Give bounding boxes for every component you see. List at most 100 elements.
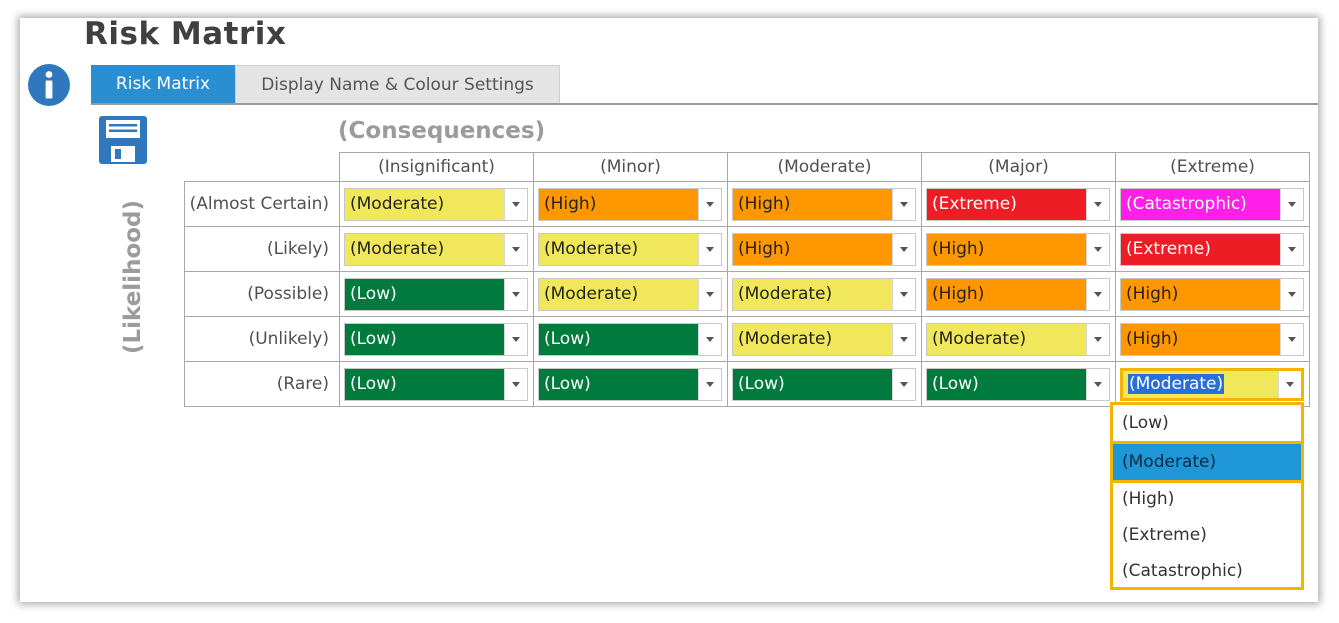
risk-level-select[interactable]: (Low) — [732, 368, 916, 401]
chevron-down-icon[interactable] — [698, 279, 721, 310]
matrix-cell: (Extreme) — [1115, 226, 1310, 272]
matrix-cell: (Catastrophic) — [1115, 181, 1310, 227]
chevron-down-icon[interactable] — [1086, 324, 1109, 355]
matrix-cell: (Low) — [339, 316, 534, 362]
chevron-down-icon[interactable] — [1280, 189, 1303, 220]
risk-level-select[interactable]: (High) — [926, 278, 1110, 311]
consequences-axis-label: (Consequences) — [338, 118, 546, 144]
chevron-down-icon[interactable] — [504, 324, 527, 355]
risk-level-value: (High) — [927, 279, 1088, 310]
row-header-possible: (Possible) — [184, 271, 340, 317]
chevron-down-icon[interactable] — [1280, 234, 1303, 265]
matrix-row-likely: (Likely) (Moderate) (Moderate) (High) (H… — [184, 226, 1310, 272]
chevron-down-icon[interactable] — [698, 189, 721, 220]
matrix-cell: (High) — [727, 181, 922, 227]
matrix-cell: (High) — [921, 226, 1116, 272]
risk-level-select[interactable]: (Low) — [538, 323, 722, 356]
chevron-down-icon[interactable] — [1278, 371, 1301, 398]
matrix-cell: (Moderate) — [727, 271, 922, 317]
risk-level-value: (Low) — [927, 369, 1088, 400]
risk-level-select[interactable]: (High) — [732, 188, 916, 221]
dropdown-option-moderate[interactable]: (Moderate) — [1113, 441, 1301, 483]
chevron-down-icon[interactable] — [698, 234, 721, 265]
row-header-almost-certain: (Almost Certain) — [184, 181, 340, 227]
risk-level-select[interactable]: (Moderate) — [538, 233, 722, 266]
risk-level-select[interactable]: (High) — [926, 233, 1110, 266]
chevron-down-icon[interactable] — [892, 279, 915, 310]
matrix-cell: (Low) — [921, 361, 1116, 407]
chevron-down-icon[interactable] — [892, 234, 915, 265]
risk-level-select[interactable]: (Extreme) — [1120, 233, 1304, 266]
matrix-cell: (Low) — [533, 361, 728, 407]
chevron-down-icon[interactable] — [1086, 234, 1109, 265]
risk-level-select[interactable]: (Low) — [344, 368, 528, 401]
chevron-down-icon[interactable] — [892, 189, 915, 220]
matrix-cell: (Low) — [727, 361, 922, 407]
column-header-row: (Insignificant) (Minor) (Moderate) (Majo… — [185, 152, 1310, 182]
chevron-down-icon[interactable] — [504, 189, 527, 220]
matrix-cell: (Moderate) — [339, 181, 534, 227]
chevron-down-icon[interactable] — [892, 369, 915, 400]
chevron-down-icon[interactable] — [1280, 279, 1303, 310]
matrix-cell: (Moderate) — [533, 226, 728, 272]
risk-level-value: (Extreme) — [927, 189, 1088, 220]
risk-level-select[interactable]: (Low) — [926, 368, 1110, 401]
chevron-down-icon[interactable] — [1086, 189, 1109, 220]
matrix-row-almost-certain: (Almost Certain) (Moderate) (High) (High… — [184, 181, 1310, 227]
risk-level-value: (High) — [1121, 324, 1282, 355]
risk-level-select[interactable]: (Low) — [344, 323, 528, 356]
risk-level-select[interactable]: (Moderate) — [732, 323, 916, 356]
risk-level-value: (Moderate) — [1123, 371, 1280, 398]
risk-level-select[interactable]: (High) — [732, 233, 916, 266]
risk-level-select[interactable]: (Extreme) — [926, 188, 1110, 221]
risk-level-select[interactable]: (Moderate) — [344, 188, 528, 221]
risk-level-select[interactable]: (Catastrophic) — [1120, 188, 1304, 221]
risk-level-select[interactable]: (High) — [1120, 323, 1304, 356]
chevron-down-icon[interactable] — [1280, 324, 1303, 355]
likelihood-axis-label: (Likelihood) — [120, 199, 146, 355]
risk-level-select[interactable]: (Moderate) — [926, 323, 1110, 356]
chevron-down-icon[interactable] — [504, 234, 527, 265]
chevron-down-icon[interactable] — [698, 324, 721, 355]
selected-text: (Moderate) — [1128, 374, 1225, 394]
risk-level-value: (Low) — [733, 369, 894, 400]
tab-divider — [91, 103, 1318, 105]
risk-level-value: (Moderate) — [733, 324, 894, 355]
risk-level-select[interactable]: (Low) — [344, 278, 528, 311]
risk-matrix-panel: Risk Matrix Risk Matrix Display Name & C… — [20, 18, 1318, 602]
dropdown-option-catastrophic[interactable]: (Catastrophic) — [1113, 553, 1301, 589]
tab-risk-matrix[interactable]: Risk Matrix — [91, 65, 235, 103]
risk-level-value: (Low) — [345, 369, 506, 400]
chevron-down-icon[interactable] — [892, 324, 915, 355]
matrix-cell: (Moderate) — [339, 226, 534, 272]
matrix-cell: (Moderate) — [921, 316, 1116, 362]
risk-level-value: (High) — [1121, 279, 1282, 310]
tab-display-name-colour-settings[interactable]: Display Name & Colour Settings — [235, 65, 560, 103]
risk-level-value: (Low) — [539, 324, 700, 355]
risk-level-select[interactable]: (Low) — [538, 368, 722, 401]
risk-level-value: (High) — [927, 234, 1088, 265]
risk-level-select[interactable]: (High) — [538, 188, 722, 221]
row-header-unlikely: (Unlikely) — [184, 316, 340, 362]
risk-level-value: (Moderate) — [733, 279, 894, 310]
risk-level-select[interactable]: (Moderate) — [732, 278, 916, 311]
chevron-down-icon[interactable] — [1086, 279, 1109, 310]
chevron-down-icon[interactable] — [504, 369, 527, 400]
dropdown-option-extreme[interactable]: (Extreme) — [1113, 517, 1301, 553]
risk-level-value: (Extreme) — [1121, 234, 1282, 265]
info-icon[interactable] — [27, 63, 71, 107]
dropdown-option-low[interactable]: (Low) — [1113, 405, 1301, 441]
risk-level-dropdown-list: (Low) (Moderate) (High) (Extreme) (Catas… — [1110, 402, 1304, 590]
risk-level-select[interactable]: (High) — [1120, 278, 1304, 311]
dropdown-option-high[interactable]: (High) — [1113, 481, 1301, 517]
chevron-down-icon[interactable] — [1086, 369, 1109, 400]
risk-level-value: (Low) — [345, 279, 506, 310]
risk-level-select-active[interactable]: (Moderate) — [1120, 368, 1304, 401]
save-icon[interactable] — [98, 115, 148, 165]
risk-level-select[interactable]: (Moderate) — [538, 278, 722, 311]
page-title: Risk Matrix — [84, 18, 287, 52]
chevron-down-icon[interactable] — [504, 279, 527, 310]
risk-level-select[interactable]: (Moderate) — [344, 233, 528, 266]
chevron-down-icon[interactable] — [698, 369, 721, 400]
matrix-cell: (Low) — [339, 271, 534, 317]
